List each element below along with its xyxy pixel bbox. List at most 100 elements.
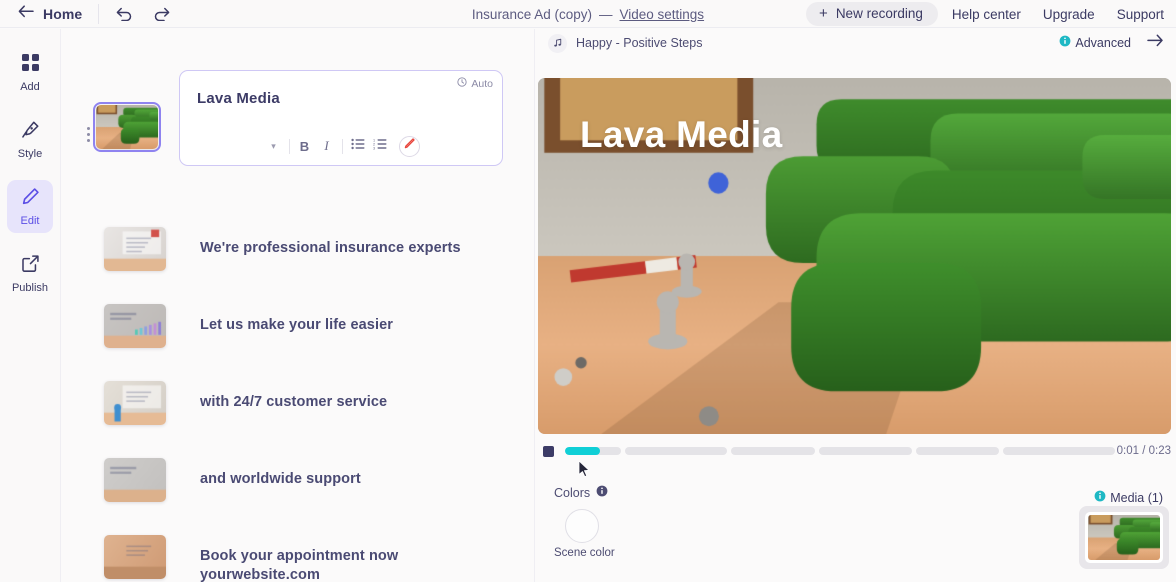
toolbar-divider — [98, 3, 100, 24]
help-center-link[interactable]: Help center — [952, 7, 1021, 22]
scene-title-text[interactable]: Lava Media — [197, 90, 280, 107]
numbered-list-button[interactable]: 123 — [369, 135, 391, 157]
italic-button[interactable]: I — [316, 135, 338, 157]
scene-color-label: Scene color — [554, 547, 615, 559]
home-label: Home — [43, 5, 83, 22]
sidebar-label-publish: Publish — [11, 282, 49, 294]
scene-thumbnail[interactable] — [104, 227, 166, 271]
scene-caption[interactable]: Let us make your life easier — [166, 304, 393, 335]
scene-text-editor-card[interactable]: Auto Lava Media ▾ B I 123 — [179, 70, 503, 166]
timeline-segment[interactable] — [624, 447, 728, 455]
format-divider — [288, 138, 290, 154]
media-thumbnail-inner — [1085, 512, 1163, 563]
media-section-label[interactable]: Media (1) — [1094, 490, 1163, 505]
undo-redo-group — [115, 6, 171, 21]
video-editor-app: Home Insurance Ad (copy) — Video setting… — [0, 0, 1176, 582]
sidebar-item-publish[interactable]: Publish — [7, 247, 53, 300]
arrow-right-icon — [1146, 34, 1164, 52]
redo-icon[interactable] — [152, 6, 171, 21]
progress-track[interactable] — [565, 447, 1115, 455]
left-tool-rail: Add Style Edit Publish — [0, 29, 61, 582]
auto-badge: Auto — [457, 77, 493, 90]
time-display: 0:01 / 0:23 — [1116, 445, 1171, 457]
sidebar-item-style[interactable]: Style — [7, 113, 53, 166]
sidebar-label-edit: Edit — [20, 215, 40, 227]
support-link[interactable]: Support — [1117, 7, 1164, 22]
new-recording-label: New recording — [835, 6, 923, 21]
sidebar-item-edit[interactable]: Edit — [7, 180, 53, 233]
timeline-segment[interactable] — [818, 447, 912, 455]
preview-panel: Happy - Positive Steps Advanced Lava Med… — [534, 29, 1176, 582]
next-panel-button[interactable] — [1146, 29, 1164, 57]
clock-icon — [457, 77, 468, 90]
arrow-left-icon — [18, 4, 34, 23]
list-item[interactable] — [80, 102, 161, 152]
timeline-segment[interactable] — [1003, 447, 1115, 455]
scene-caption[interactable]: with 24/7 customer service — [166, 381, 387, 412]
music-track-name[interactable]: Happy - Positive Steps — [576, 36, 702, 50]
bold-button[interactable]: B — [294, 135, 316, 157]
advanced-button[interactable]: Advanced — [1059, 29, 1131, 57]
sidebar-label-add: Add — [20, 81, 40, 93]
toolbar-right-group: + New recording Help center Upgrade Supp… — [806, 0, 1176, 28]
timeline-segment[interactable] — [915, 447, 1000, 455]
timeline-progress-fill — [565, 447, 600, 455]
pencil-icon — [21, 187, 40, 211]
list-item[interactable]: with 24/7 customer service — [104, 381, 387, 425]
home-button[interactable]: Home — [18, 4, 83, 23]
stop-square-icon[interactable] — [543, 445, 554, 457]
info-icon — [1059, 34, 1071, 52]
video-overlay-title: Lava Media — [580, 114, 783, 155]
auto-label: Auto — [471, 77, 493, 90]
media-label-text: Media (1) — [1110, 490, 1163, 505]
svg-text:3: 3 — [373, 146, 375, 150]
scene-thumbnail[interactable] — [104, 458, 166, 502]
music-note-icon — [548, 33, 567, 53]
grid-icon — [21, 53, 40, 77]
list-item[interactable]: We're professional insurance experts — [104, 227, 461, 271]
playback-timeline: 0:01 / 0:23 — [543, 441, 1171, 477]
formatting-toolbar: ▾ B I 123 — [180, 135, 502, 157]
scene-thumbnail[interactable] — [93, 102, 161, 152]
timeline-segment[interactable] — [565, 447, 621, 455]
scene-thumbnail[interactable] — [104, 535, 166, 579]
list-item[interactable]: and worldwide support — [104, 458, 361, 502]
numbered-list-icon: 123 — [373, 137, 387, 155]
list-item[interactable]: Let us make your life easier — [104, 304, 393, 348]
info-icon — [1094, 490, 1106, 505]
video-settings-link[interactable]: Video settings — [620, 7, 705, 22]
timeline-segment[interactable] — [731, 447, 815, 455]
scene-caption[interactable]: and worldwide support — [166, 458, 361, 489]
plus-icon: + — [819, 5, 828, 22]
title-separator: — — [599, 6, 613, 22]
sidebar-label-style: Style — [17, 148, 43, 160]
share-export-icon — [21, 254, 40, 278]
bullet-list-button[interactable] — [347, 135, 369, 157]
video-preview[interactable]: Lava Media — [538, 78, 1171, 434]
top-toolbar: Home Insurance Ad (copy) — Video setting… — [0, 0, 1176, 28]
brush-icon — [21, 120, 40, 144]
upgrade-link[interactable]: Upgrade — [1043, 7, 1095, 22]
drag-handle[interactable] — [80, 105, 96, 142]
music-track-bar: Happy - Positive Steps Advanced — [535, 29, 1176, 57]
scene-caption[interactable]: Book your appointment now yourwebsite.co… — [166, 535, 398, 582]
scene-caption[interactable]: We're professional insurance experts — [166, 227, 461, 258]
mouse-cursor-icon — [578, 460, 591, 483]
list-item[interactable]: Book your appointment now yourwebsite.co… — [104, 535, 398, 582]
scene-thumbnail[interactable] — [104, 304, 166, 348]
format-divider — [341, 138, 343, 154]
highlight-pen-button[interactable] — [398, 135, 420, 157]
colors-label-text: Colors — [554, 485, 591, 500]
scene-color-swatch[interactable] — [565, 509, 599, 543]
document-title[interactable]: Insurance Ad (copy) — [472, 7, 592, 22]
scene-thumbnail[interactable] — [104, 381, 166, 425]
new-recording-button[interactable]: + New recording — [806, 2, 938, 26]
advanced-label: Advanced — [1075, 36, 1131, 50]
bullet-list-icon — [350, 137, 365, 155]
sidebar-item-add[interactable]: Add — [7, 46, 53, 99]
media-thumbnail-card[interactable] — [1079, 506, 1169, 569]
pen-icon — [403, 137, 416, 155]
info-icon[interactable] — [596, 485, 608, 500]
font-size-chevron-icon[interactable]: ▾ — [263, 135, 285, 157]
undo-icon[interactable] — [115, 6, 134, 21]
